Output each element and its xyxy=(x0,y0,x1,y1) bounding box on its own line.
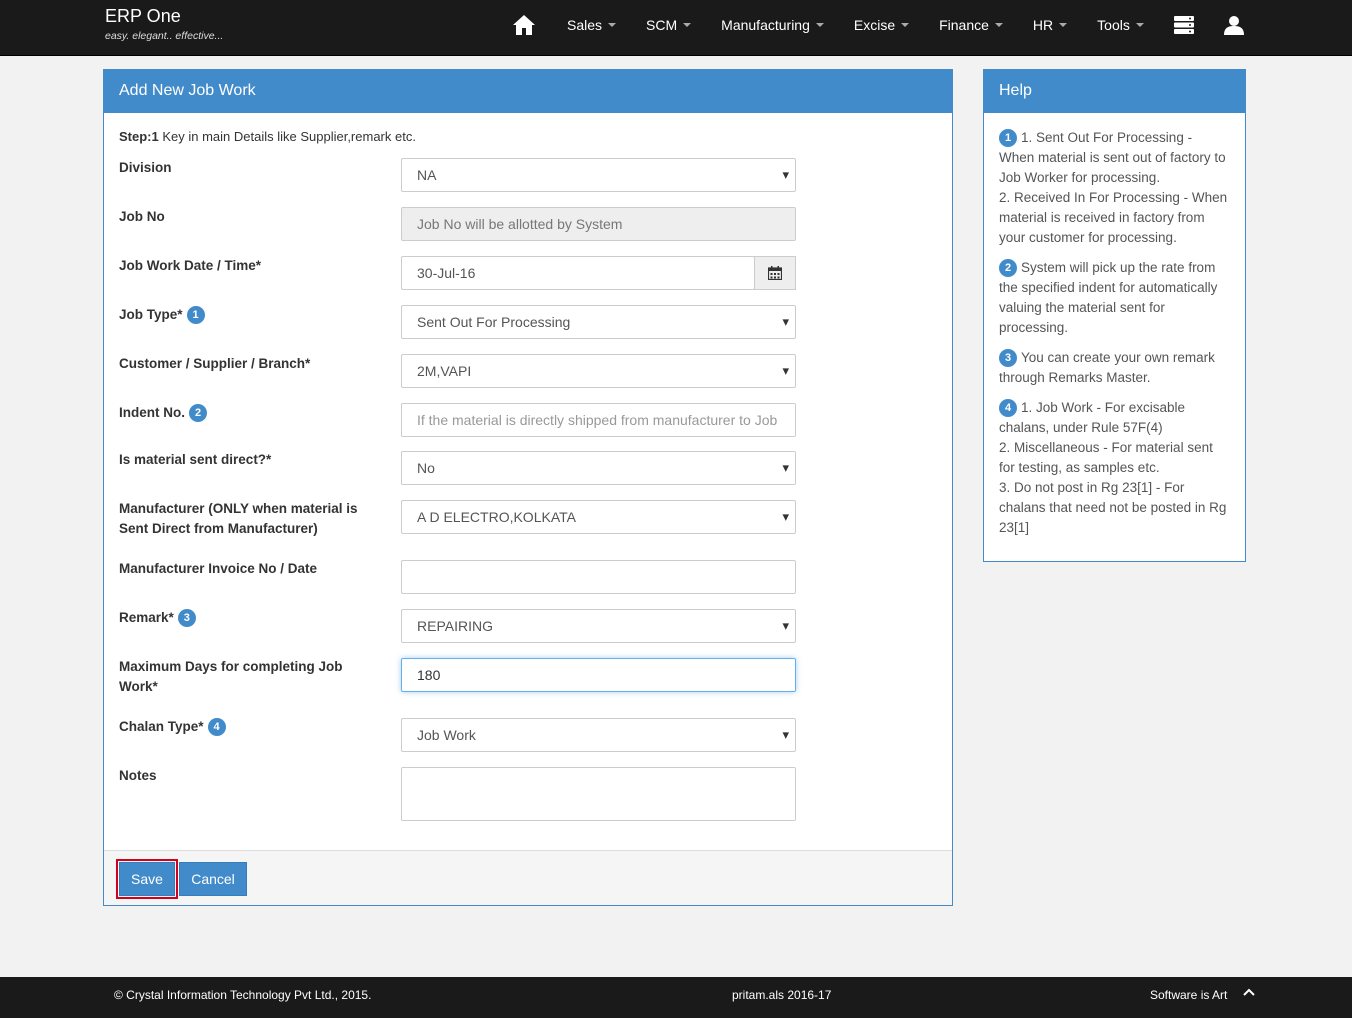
chevron-up-icon[interactable] xyxy=(1242,986,1256,1003)
help-title: Help xyxy=(984,70,1245,113)
chalan-type-label: Chalan Type* 4 xyxy=(119,717,226,737)
division-label: Division xyxy=(119,160,172,175)
customer-label: Customer / Supplier / Branch* xyxy=(119,356,311,371)
indent-label-text: Indent No. xyxy=(119,405,185,420)
nav-hr[interactable]: HR xyxy=(1018,0,1082,50)
nav-hr-label: HR xyxy=(1032,17,1054,33)
remark-label-text: Remark* xyxy=(119,610,174,625)
home-icon[interactable] xyxy=(500,0,548,50)
panel-title: Add New Job Work xyxy=(104,70,952,113)
nav-scm-label: SCM xyxy=(646,17,678,33)
job-work-date-input[interactable]: 30-Jul-16 xyxy=(401,256,755,290)
help-badge-2: 2 xyxy=(189,404,207,423)
copyright-text: © Crystal Information Technology Pvt Ltd… xyxy=(114,988,372,1002)
chalan-type-select[interactable]: Job Work xyxy=(401,718,796,752)
nav-excise[interactable]: Excise xyxy=(839,0,924,50)
manufacturer-label-line1: Manufacturer (ONLY when material is xyxy=(119,501,358,516)
nav-sales-label: Sales xyxy=(567,17,603,33)
mfg-invoice-input[interactable] xyxy=(401,560,796,594)
help-item-text: 2. Miscellaneous - For material sent for… xyxy=(999,440,1213,475)
page-footer: © Crystal Information Technology Pvt Ltd… xyxy=(0,977,1352,1018)
chalan-type-label-text: Chalan Type* xyxy=(119,719,204,734)
user-icon[interactable] xyxy=(1209,0,1259,50)
max-days-input[interactable]: 180 xyxy=(401,658,796,692)
help-item-2: 2 System will pick up the rate from the s… xyxy=(999,258,1230,338)
help-panel: Help 1 1. Sent Out For Processing - When … xyxy=(983,69,1246,562)
help-item-text: 3. Do not post in Rg 23[1] - For chalans… xyxy=(999,480,1227,535)
help-item-1: 1 1. Sent Out For Processing - When mater… xyxy=(999,128,1230,248)
division-select[interactable]: NA xyxy=(401,158,796,192)
job-type-select[interactable]: Sent Out For Processing xyxy=(401,305,796,339)
calendar-icon[interactable] xyxy=(754,256,796,290)
help-badge-1: 1 xyxy=(186,306,205,325)
panel-footer: Save Cancel xyxy=(104,850,952,905)
nav-manufacturing[interactable]: Manufacturing xyxy=(706,0,839,50)
main-nav: Sales SCM Manufacturing Excise Finance H… xyxy=(500,0,1259,50)
max-days-label: Maximum Days for completing Job Work* xyxy=(119,657,343,697)
chevron-down-icon xyxy=(1059,23,1068,27)
direct-label: Is material sent direct?* xyxy=(119,452,272,467)
manufacturer-label: Manufacturer (ONLY when material is Sent … xyxy=(119,499,358,539)
max-days-label-line2: Work* xyxy=(119,679,158,694)
material-direct-select[interactable]: No xyxy=(401,451,796,485)
job-no-label: Job No xyxy=(119,209,165,224)
customer-select[interactable]: 2M,VAPI xyxy=(401,354,796,388)
save-button[interactable]: Save xyxy=(116,859,178,899)
manufacturer-select[interactable]: A D ELECTRO,KOLKATA xyxy=(401,500,796,534)
nav-excise-label: Excise xyxy=(853,17,896,33)
help-item-text: 1. Job Work - For excisable chalans, und… xyxy=(999,400,1186,435)
help-item-text: 1. Sent Out For Processing - When materi… xyxy=(999,130,1226,185)
help-item-badge: 4 xyxy=(999,399,1017,418)
help-item-text: System will pick up the rate from the sp… xyxy=(999,260,1218,335)
help-item-badge: 1 xyxy=(999,129,1017,148)
help-item-badge: 2 xyxy=(999,259,1017,278)
remark-select[interactable]: REPAIRING xyxy=(401,609,796,643)
date-label: Job Work Date / Time* xyxy=(119,258,262,273)
help-badge-3: 3 xyxy=(177,609,196,628)
chevron-down-icon xyxy=(901,23,910,27)
nav-finance[interactable]: Finance xyxy=(924,0,1018,50)
app-title[interactable]: ERP One xyxy=(105,6,223,26)
chevron-down-icon xyxy=(1135,23,1144,27)
help-item-badge: 3 xyxy=(999,349,1017,368)
brand[interactable]: ERP One easy. elegant.. effective... xyxy=(105,6,223,42)
remark-label: Remark* 3 xyxy=(119,608,196,628)
nav-manufacturing-label: Manufacturing xyxy=(721,17,810,33)
job-no-input: Job No will be allotted by System xyxy=(401,207,796,241)
help-body: 1 1. Sent Out For Processing - When mater… xyxy=(984,113,1245,538)
app-tagline: easy. elegant.. effective... xyxy=(105,30,224,42)
nav-sales[interactable]: Sales xyxy=(552,0,631,50)
indent-input[interactable]: If the material is directly shipped from… xyxy=(401,403,796,437)
user-session-text: pritam.als 2016-17 xyxy=(732,988,832,1002)
help-item-4: 4 1. Job Work - For excisable chalans, un… xyxy=(999,398,1230,538)
add-job-work-panel: Add New Job Work Step:1 Key in main Deta… xyxy=(103,69,953,906)
help-item-3: 3 You can create your own remark through … xyxy=(999,348,1230,388)
chevron-down-icon xyxy=(994,23,1003,27)
help-badge-4: 4 xyxy=(207,718,226,737)
chevron-down-icon xyxy=(683,23,692,27)
help-item-text: You can create your own remark through R… xyxy=(999,350,1215,385)
job-type-label: Job Type* 1 xyxy=(119,305,205,325)
job-type-label-text: Job Type* xyxy=(119,307,183,322)
nav-tools-label: Tools xyxy=(1097,17,1130,33)
manufacturer-label-line2: Sent Direct from Manufacturer) xyxy=(119,521,318,536)
mfg-invoice-label: Manufacturer Invoice No / Date xyxy=(119,561,318,576)
nav-scm[interactable]: SCM xyxy=(631,0,706,50)
step-number: Step:1 xyxy=(119,129,159,144)
nav-tools[interactable]: Tools xyxy=(1082,0,1159,50)
help-item-text: 2. Received In For Processing - When mat… xyxy=(999,190,1228,245)
notes-textarea[interactable] xyxy=(401,767,796,821)
cancel-button[interactable]: Cancel xyxy=(179,862,247,896)
server-icon[interactable] xyxy=(1159,0,1209,50)
max-days-label-line1: Maximum Days for completing Job xyxy=(119,659,343,674)
chevron-down-icon xyxy=(815,23,824,27)
top-navbar: ERP One easy. elegant.. effective... Sal… xyxy=(0,0,1352,56)
indent-label: Indent No. 2 xyxy=(119,403,207,423)
notes-label: Notes xyxy=(119,768,157,783)
nav-finance-label: Finance xyxy=(939,17,989,33)
chevron-down-icon xyxy=(608,23,617,27)
step-text: Key in main Details like Supplier,remark… xyxy=(158,129,416,144)
step-hint: Step:1 Key in main Details like Supplier… xyxy=(119,129,416,144)
slogan-text: Software is Art xyxy=(1150,988,1228,1002)
